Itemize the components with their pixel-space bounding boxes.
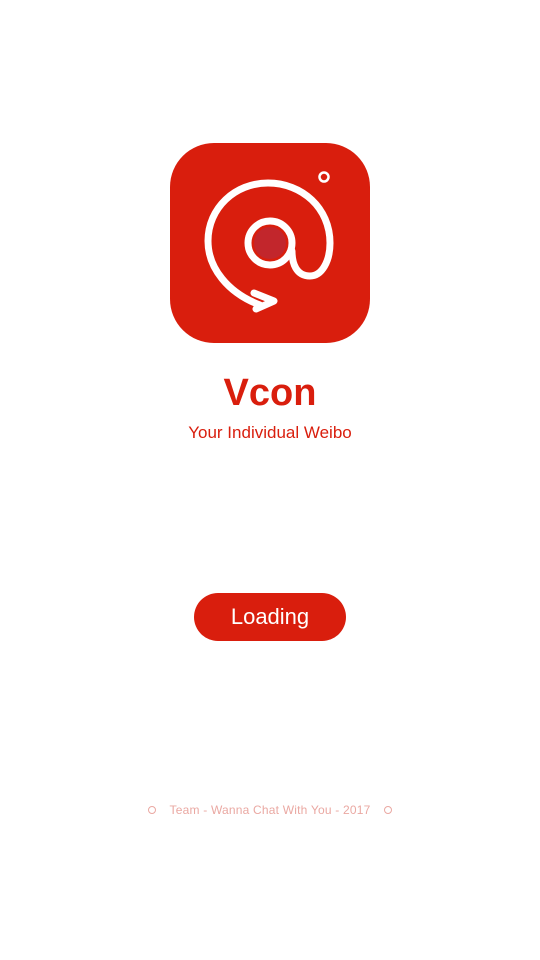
footer: Team - Wanna Chat With You - 2017 (0, 802, 540, 818)
footer-text: Team - Wanna Chat With You - 2017 (169, 803, 371, 817)
app-subtitle: Your Individual Weibo (188, 423, 352, 442)
app-logo-icon (170, 143, 370, 343)
left-dot-icon (147, 805, 156, 814)
app-title: Vcon (223, 372, 317, 414)
loading-button[interactable]: Loading (194, 593, 346, 641)
right-dot-icon (384, 805, 393, 814)
